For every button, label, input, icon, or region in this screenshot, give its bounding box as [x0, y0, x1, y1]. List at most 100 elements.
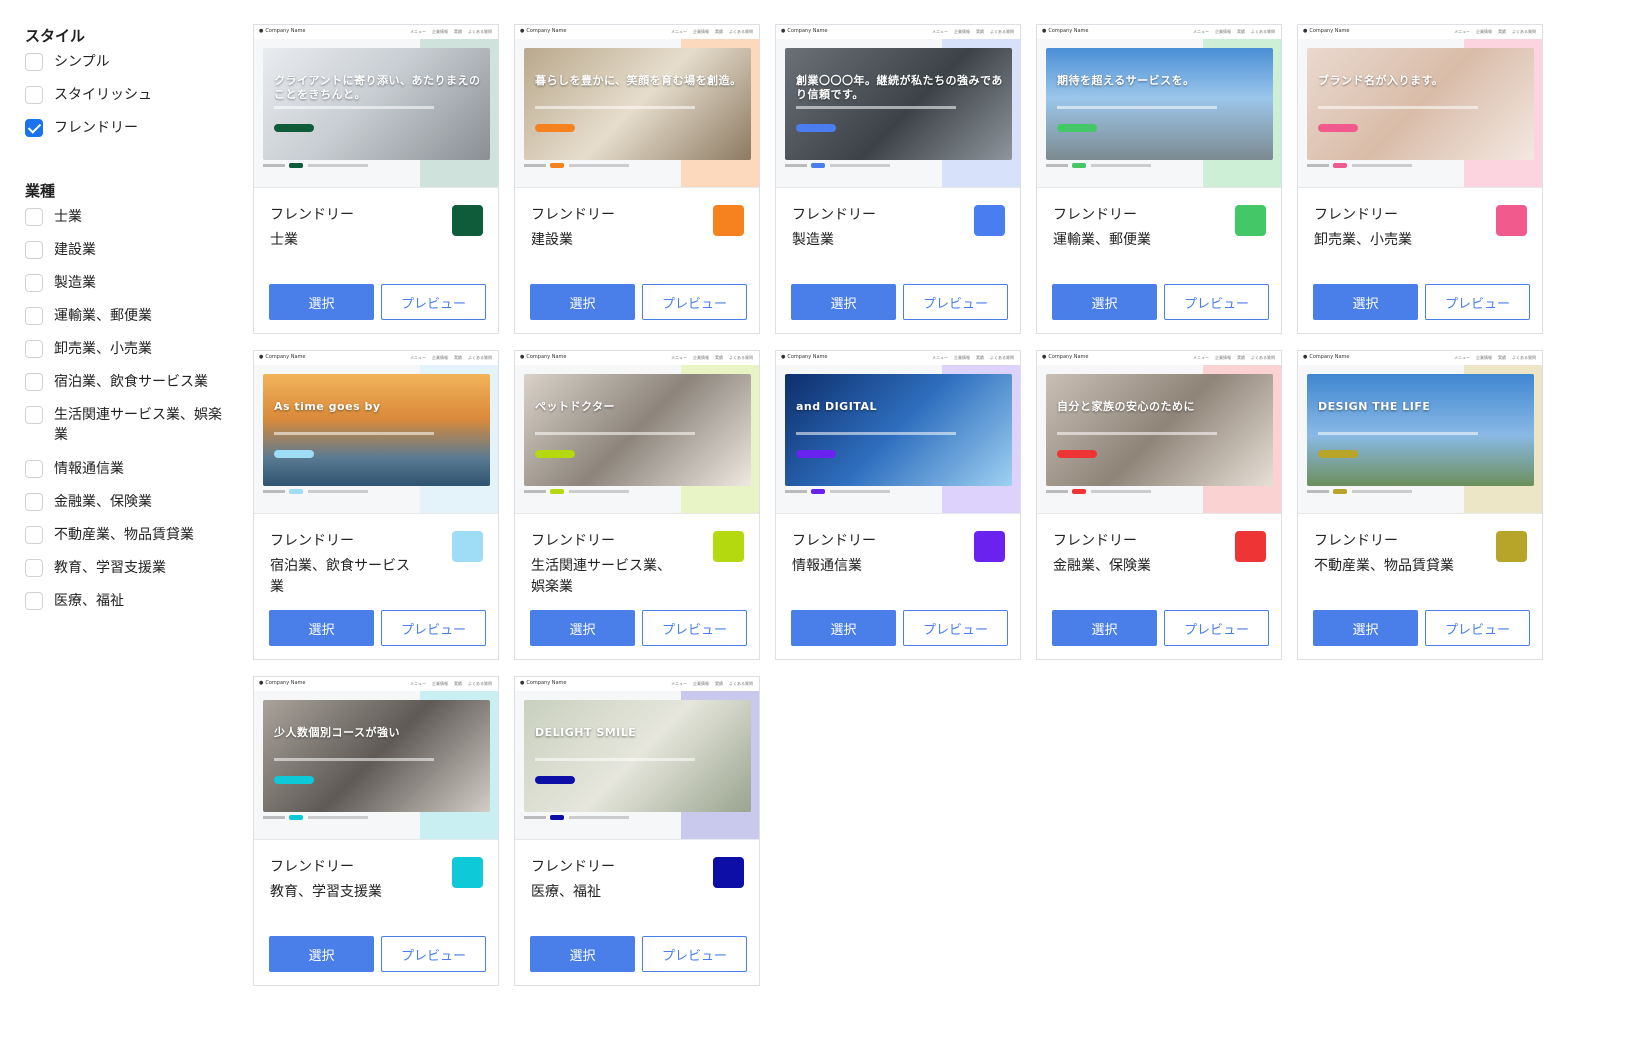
checkbox[interactable] [25, 340, 43, 358]
thumbnail-nav-item: よくある質問 [468, 355, 492, 360]
preview-button[interactable]: プレビュー [381, 936, 486, 972]
select-button[interactable]: 選択 [791, 610, 896, 646]
industry-filter-option[interactable]: 教育、学習支援業 [25, 552, 225, 585]
preview-button[interactable]: プレビュー [381, 284, 486, 320]
checkbox[interactable] [25, 526, 43, 544]
thumbnail-news-tag [550, 163, 564, 168]
template-thumbnail[interactable]: Company Name メニュー 企業情報 実績 よくある質問暮らしを豊かに、笑顔を育… [515, 25, 759, 188]
checkbox[interactable] [25, 493, 43, 511]
card-style-label: フレンドリー [792, 533, 876, 549]
select-button[interactable]: 選択 [791, 284, 896, 320]
checkbox[interactable] [25, 86, 43, 104]
industry-filter-option[interactable]: 情報通信業 [25, 453, 225, 486]
select-button[interactable]: 選択 [530, 284, 635, 320]
preview-button[interactable]: プレビュー [642, 284, 747, 320]
template-thumbnail[interactable]: Company Name メニュー 企業情報 実績 よくある質問ブランド名が入ります。 [1298, 25, 1542, 188]
thumbnail-nav-item: 企業情報 [954, 29, 970, 34]
industry-filter-option[interactable]: 運輸業、郵便業 [25, 300, 225, 333]
template-thumbnail[interactable]: Company Name メニュー 企業情報 実績 よくある質問クライアントに寄り添い、… [254, 25, 498, 188]
checkbox[interactable] [25, 460, 43, 478]
checkbox[interactable] [25, 592, 43, 610]
template-card: Company Name メニュー 企業情報 実績 よくある質問 and DIGITAL フ… [775, 350, 1021, 660]
checkbox[interactable] [25, 208, 43, 226]
thumbnail-news-tag [550, 489, 564, 494]
template-thumbnail[interactable]: Company Name メニュー 企業情報 実績 よくある質問 DESIGN THE L… [1298, 351, 1542, 514]
template-card: Company Name メニュー 企業情報 実績 よくある質問自分と家族の安心のために… [1036, 350, 1282, 660]
preview-button[interactable]: プレビュー [1425, 610, 1530, 646]
select-button[interactable]: 選択 [530, 936, 635, 972]
select-button[interactable]: 選択 [1052, 284, 1157, 320]
select-button[interactable]: 選択 [530, 610, 635, 646]
industry-filter-option[interactable]: 金融業、保険業 [25, 486, 225, 519]
select-button[interactable]: 選択 [1313, 610, 1418, 646]
preview-button[interactable]: プレビュー [903, 284, 1008, 320]
industry-filter-option[interactable]: 医療、福祉 [25, 585, 225, 618]
industry-filter-option[interactable]: 不動産業、物品賃貸業 [25, 519, 225, 552]
thumbnail-hero-button [274, 124, 314, 132]
thumbnail-hero-subtext [535, 106, 695, 109]
select-button[interactable]: 選択 [269, 284, 374, 320]
thumbnail-hero-button [535, 450, 575, 458]
template-thumbnail[interactable]: Company Name メニュー 企業情報 実績 よくある質問創業〇〇〇年。継続が私た… [776, 25, 1020, 188]
template-thumbnail[interactable]: Company Name メニュー 企業情報 実績 よくある質問少人数個別コースが強い [254, 677, 498, 840]
preview-button[interactable]: プレビュー [903, 610, 1008, 646]
template-thumbnail[interactable]: Company Name メニュー 企業情報 実績 よくある質問 and DIGITAL [776, 351, 1020, 514]
checkbox[interactable] [25, 559, 43, 577]
color-swatch [452, 531, 483, 562]
select-button[interactable]: 選択 [269, 610, 374, 646]
industry-filter-option[interactable]: 宿泊業、飲食サービス業 [25, 366, 225, 399]
template-thumbnail[interactable]: Company Name メニュー 企業情報 実績 よくある質問 As time goes… [254, 351, 498, 514]
checkbox[interactable] [25, 53, 43, 71]
thumbnail-news-tag [1072, 163, 1086, 168]
thumbnail-nav-item: 実績 [715, 29, 723, 34]
card-industry-label: 製造業 [792, 232, 834, 248]
select-button[interactable]: 選択 [1313, 284, 1418, 320]
thumbnail-hero-title: 少人数個別コースが強い [274, 726, 400, 739]
checkbox[interactable] [25, 274, 43, 292]
thumbnail-nav: メニュー 企業情報 実績 よくある質問 [404, 355, 492, 361]
filter-option-label: 製造業 [54, 275, 96, 291]
checkbox[interactable] [25, 373, 43, 391]
preview-button[interactable]: プレビュー [1164, 610, 1269, 646]
thumbnail-company-name: Company Name [259, 680, 305, 686]
template-thumbnail[interactable]: Company Name メニュー 企業情報 実績 よくある質問 DELIGHT SMIL… [515, 677, 759, 840]
color-swatch [452, 857, 483, 888]
thumbnail-nav-item: よくある質問 [729, 681, 753, 686]
select-button[interactable]: 選択 [269, 936, 374, 972]
thumbnail-company-name: Company Name [781, 354, 827, 360]
thumbnail-nav: メニュー 企業情報 実績 よくある質問 [665, 355, 753, 361]
template-thumbnail[interactable]: Company Name メニュー 企業情報 実績 よくある質問自分と家族の安心のために [1037, 351, 1281, 514]
industry-filter-option[interactable]: 製造業 [25, 267, 225, 300]
thumbnail-news-text [830, 490, 890, 493]
thumbnail-hero-image: 創業〇〇〇年。継続が私たちの強みであり信頼です。 [785, 48, 1012, 160]
thumbnail-hero-subtext [535, 432, 695, 435]
preview-button[interactable]: プレビュー [1164, 284, 1269, 320]
preview-button[interactable]: プレビュー [642, 936, 747, 972]
checkbox[interactable] [25, 406, 43, 424]
template-thumbnail[interactable]: Company Name メニュー 企業情報 実績 よくある質問ペットドクター [515, 351, 759, 514]
thumbnail-nav-item: よくある質問 [990, 29, 1014, 34]
checkbox-checked[interactable] [25, 119, 43, 137]
checkbox[interactable] [25, 241, 43, 259]
style-filter-option[interactable]: フレンドリー [25, 112, 225, 145]
preview-button[interactable]: プレビュー [381, 610, 486, 646]
industry-filter-option[interactable]: 建設業 [25, 234, 225, 267]
template-card: Company Name メニュー 企業情報 実績 よくある質問クライアントに寄り添い、… [253, 24, 499, 334]
thumbnail-company-name: Company Name [520, 28, 566, 34]
preview-button[interactable]: プレビュー [1425, 284, 1530, 320]
thumbnail-nav-item: よくある質問 [729, 355, 753, 360]
industry-filter-option[interactable]: 卸売業、小売業 [25, 333, 225, 366]
industry-filter-option[interactable]: 士業 [25, 201, 225, 234]
checkbox[interactable] [25, 307, 43, 325]
style-filter-option[interactable]: スタイリッシュ [25, 79, 225, 112]
thumbnail-hero-button [535, 776, 575, 784]
thumbnail-hero-subtext [274, 432, 434, 435]
industry-filter-option[interactable]: 生活関連サービス業、娯楽業 [25, 399, 225, 453]
thumbnail-nav-item: 実績 [1237, 355, 1245, 360]
select-button[interactable]: 選択 [1052, 610, 1157, 646]
preview-button[interactable]: プレビュー [642, 610, 747, 646]
style-filter-option[interactable]: シンプル [25, 46, 225, 79]
thumbnail-news-row [1307, 162, 1534, 172]
thumbnail-news-text [308, 816, 368, 819]
template-thumbnail[interactable]: Company Name メニュー 企業情報 実績 よくある質問期待を超えるサービスを。 [1037, 25, 1281, 188]
